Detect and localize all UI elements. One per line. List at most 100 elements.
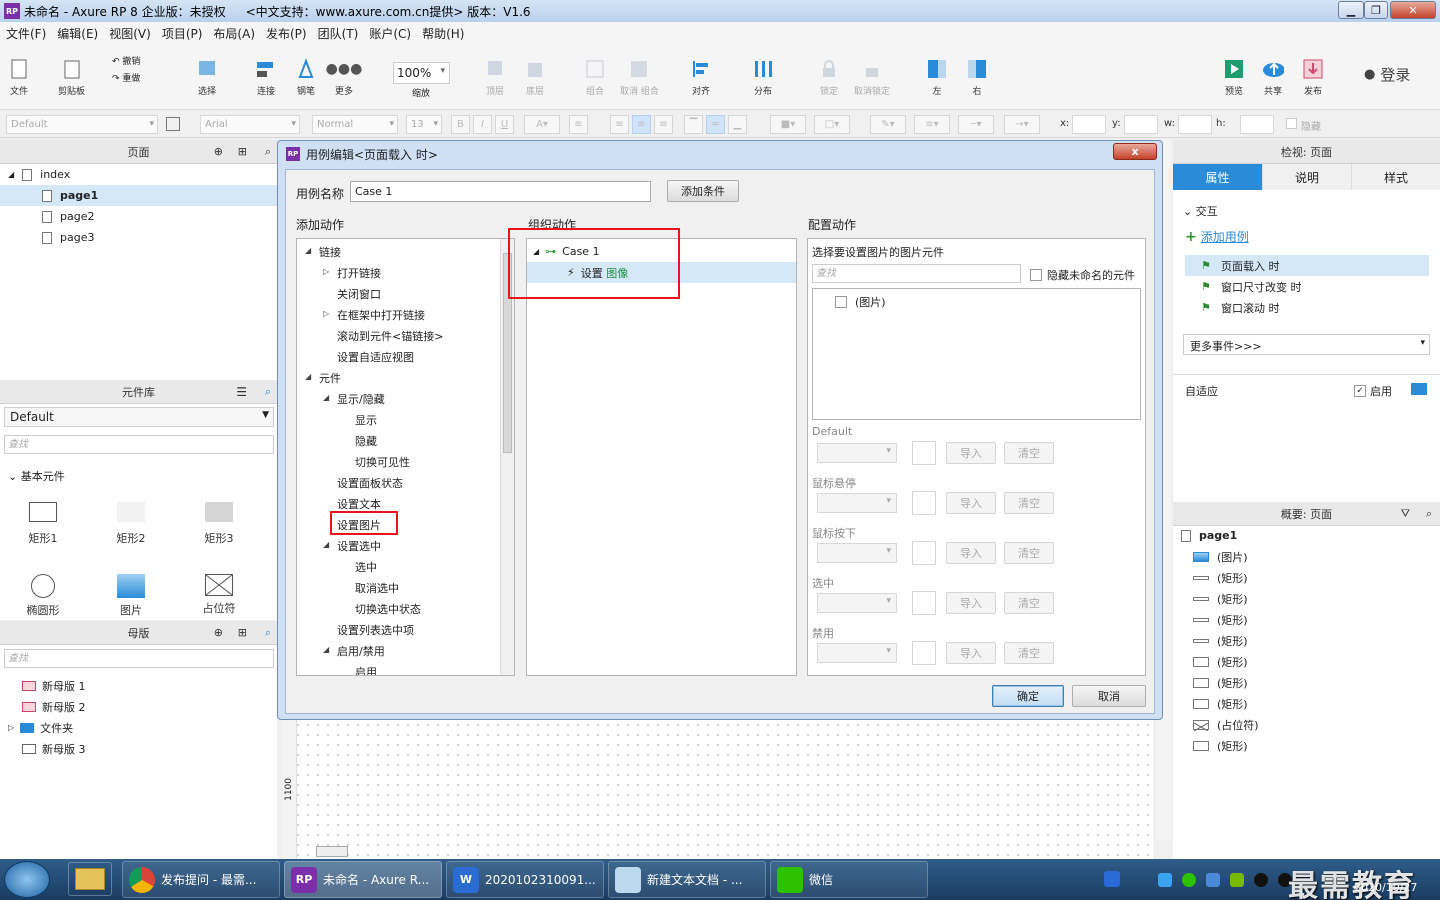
select-tool[interactable]: 选择 bbox=[196, 58, 218, 97]
menu-team[interactable]: 团队(T) bbox=[318, 25, 359, 42]
outline-item[interactable]: (矩形) bbox=[1193, 672, 1248, 693]
ungroup-tool[interactable]: 取消 组合 bbox=[620, 58, 659, 97]
action-item[interactable]: 设置面板状态 bbox=[337, 472, 403, 493]
expanded-arrow-icon[interactable]: ◢ bbox=[323, 645, 329, 654]
clipboard-tool[interactable]: 剪贴板 bbox=[58, 58, 85, 97]
add-folder-icon[interactable]: ⊞ bbox=[238, 145, 247, 158]
configure-search-input[interactable]: 查找 bbox=[812, 264, 1021, 283]
unlock-tool[interactable]: 取消锁定 bbox=[854, 58, 890, 97]
tray-wechat-icon[interactable] bbox=[1182, 873, 1196, 887]
masters-search-input[interactable]: 查找 bbox=[4, 649, 274, 668]
action-item[interactable]: 取消选中 bbox=[355, 577, 399, 598]
action-item[interactable]: ◢ 元件 bbox=[305, 367, 341, 388]
task-wechat[interactable]: 微信 bbox=[770, 861, 928, 898]
tab-style[interactable]: 样式 bbox=[1351, 164, 1440, 190]
action-item[interactable]: 关闭窗口 bbox=[337, 283, 381, 304]
library-select[interactable]: Default ▼ bbox=[4, 407, 274, 427]
expanded-arrow-icon[interactable]: ◢ bbox=[323, 540, 329, 549]
outline-item[interactable]: (矩形) bbox=[1193, 735, 1248, 756]
import-image-button[interactable]: 导入 bbox=[946, 642, 996, 664]
master-item[interactable]: 新母版 2 bbox=[22, 696, 86, 717]
menu-help[interactable]: 帮助(H) bbox=[422, 25, 464, 42]
valign-top-button[interactable]: ▔ bbox=[684, 115, 703, 134]
outline-item[interactable]: (占位符) bbox=[1193, 714, 1259, 735]
action-item[interactable]: ▷ 在框架中打开链接 bbox=[323, 304, 425, 325]
action-item[interactable]: 切换选中状态 bbox=[355, 598, 421, 619]
tab-notes[interactable]: 说明 bbox=[1262, 164, 1351, 190]
outline-item[interactable]: (矩形) bbox=[1193, 630, 1248, 651]
pages-search-icon[interactable]: ⌕ bbox=[265, 145, 271, 159]
zoom-select[interactable]: 100% ▾ bbox=[393, 62, 450, 84]
menu-view[interactable]: 视图(V) bbox=[109, 25, 151, 42]
image-state-select[interactable] bbox=[817, 543, 897, 563]
share-tool[interactable]: 共享 bbox=[1262, 58, 1284, 97]
library-search-icon[interactable]: ⌕ bbox=[265, 385, 271, 399]
task-notepad[interactable]: 新建文本文档 - ... bbox=[608, 861, 766, 898]
arrow-style-button[interactable]: →▾ bbox=[1004, 115, 1040, 134]
action-item[interactable]: 切换可见性 bbox=[355, 451, 410, 472]
clear-image-button[interactable]: 清空 bbox=[1004, 592, 1054, 614]
widget-placeholder[interactable]: 占位符 bbox=[189, 574, 249, 616]
add-case-link[interactable]: + 添加用例 bbox=[1185, 228, 1249, 245]
italic-button[interactable]: I bbox=[473, 115, 492, 134]
task-word[interactable]: W 2020102310091... bbox=[446, 861, 604, 898]
adaptive-settings-icon[interactable] bbox=[1411, 383, 1427, 395]
image-state-select[interactable] bbox=[817, 593, 897, 613]
page-tree-page3[interactable]: page3 bbox=[0, 227, 277, 248]
menu-edit[interactable]: 编辑(E) bbox=[57, 25, 98, 42]
style-select[interactable]: Default bbox=[6, 115, 158, 134]
clear-image-button[interactable]: 清空 bbox=[1004, 642, 1054, 664]
align-tool[interactable]: 对齐 bbox=[690, 58, 712, 97]
task-axure[interactable]: RP 未命名 - Axure R... bbox=[284, 861, 442, 898]
collapsed-arrow-icon[interactable]: ▷ bbox=[323, 309, 329, 318]
cancel-button[interactable]: 取消 bbox=[1072, 685, 1146, 707]
image-state-select[interactable] bbox=[817, 493, 897, 513]
outline-item[interactable]: (矩形) bbox=[1193, 609, 1248, 630]
x-input[interactable] bbox=[1072, 115, 1106, 134]
menu-layout[interactable]: 布局(A) bbox=[213, 25, 255, 42]
valign-middle-button[interactable]: ═ bbox=[706, 115, 725, 134]
page-tree-index[interactable]: ◢ index bbox=[0, 164, 277, 185]
shadow-button[interactable]: □▾ bbox=[814, 115, 850, 134]
widget-rect1[interactable]: 矩形1 bbox=[13, 502, 73, 546]
import-image-button[interactable]: 导入 bbox=[946, 592, 996, 614]
widget-rect3[interactable]: 矩形3 bbox=[189, 502, 249, 546]
outline-item[interactable]: (矩形) bbox=[1193, 651, 1248, 672]
ok-button[interactable]: 确定 bbox=[992, 685, 1064, 707]
line-style-button[interactable]: ┄▾ bbox=[958, 115, 994, 134]
font-weight-select[interactable]: Normal bbox=[312, 115, 398, 134]
action-item[interactable]: ◢ 启用/禁用 bbox=[323, 640, 385, 661]
underline-button[interactable]: U bbox=[495, 115, 514, 134]
master-item[interactable]: 新母版 3 bbox=[22, 738, 86, 759]
library-group-basic[interactable]: ⌄ 基本元件 bbox=[8, 468, 65, 484]
font-select[interactable]: Arial bbox=[200, 115, 300, 134]
hide-checkbox[interactable] bbox=[1286, 118, 1297, 129]
image-state-select[interactable] bbox=[817, 643, 897, 663]
hide-unnamed-checkbox[interactable]: 隐藏未命名的元件 bbox=[1030, 267, 1135, 283]
action-item[interactable]: 隐藏 bbox=[355, 430, 377, 451]
top-layer-tool[interactable]: 顶层 bbox=[484, 58, 506, 97]
interaction-section[interactable]: ⌄ 交互 bbox=[1183, 203, 1218, 219]
pen-tool[interactable]: 钢笔 bbox=[295, 58, 317, 97]
undo-button[interactable]: ↶ 撤销 bbox=[112, 54, 140, 67]
bullet-list-button[interactable]: ≡ bbox=[569, 115, 588, 134]
tray-shield-icon[interactable] bbox=[1206, 873, 1220, 887]
action-item[interactable]: 设置列表选中项 bbox=[337, 619, 414, 640]
add-master-folder-icon[interactable]: ⊞ bbox=[238, 626, 247, 639]
expanded-arrow-icon[interactable]: ◢ bbox=[305, 372, 311, 381]
action-item[interactable]: ◢ 设置选中 bbox=[323, 535, 381, 556]
event-page-load[interactable]: ⚑ 页面载入 时 bbox=[1185, 255, 1429, 276]
dialog-close-button[interactable]: x bbox=[1113, 143, 1157, 160]
clear-image-button[interactable]: 清空 bbox=[1004, 442, 1054, 464]
right-align-tool[interactable]: 右 bbox=[966, 58, 988, 97]
more-tool[interactable]: ●●● 更多 bbox=[326, 58, 363, 97]
valign-bottom-button[interactable]: ▁ bbox=[728, 115, 747, 134]
masters-search-icon[interactable]: ⌕ bbox=[265, 626, 271, 640]
font-color-button[interactable]: A▾ bbox=[524, 115, 560, 134]
design-canvas[interactable] bbox=[283, 720, 1153, 860]
master-folder[interactable]: ▷ 文件夹 bbox=[8, 717, 73, 738]
fill-color-button[interactable]: ■▾ bbox=[770, 115, 806, 134]
action-item[interactable]: ◢ 链接 bbox=[305, 241, 341, 262]
event-window-scroll[interactable]: ⚑ 窗口滚动 时 bbox=[1185, 297, 1429, 318]
clear-image-button[interactable]: 清空 bbox=[1004, 542, 1054, 564]
